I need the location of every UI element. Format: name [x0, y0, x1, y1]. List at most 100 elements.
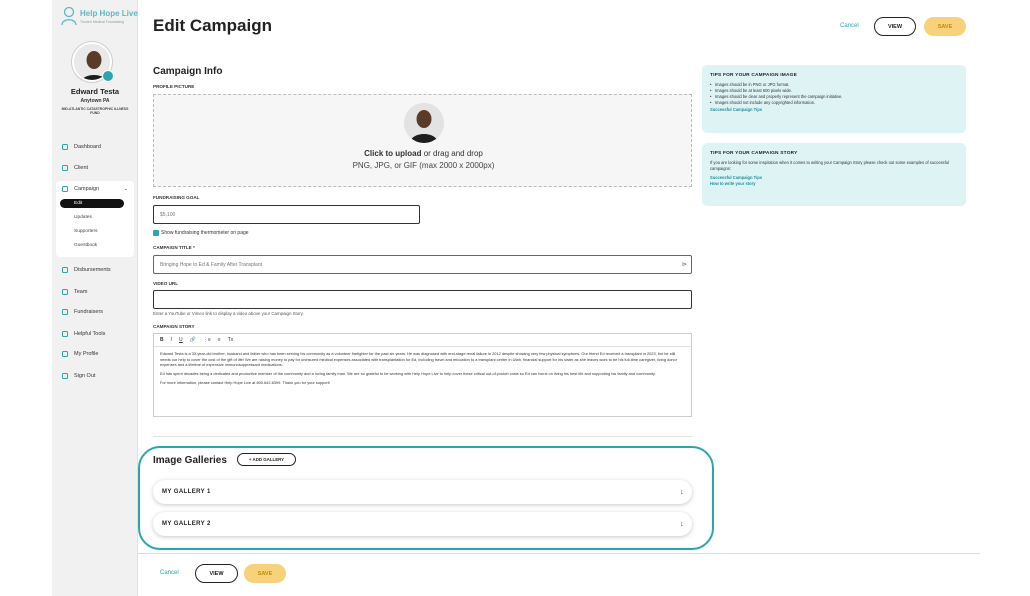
nav-sign-out-label: Sign Out [74, 373, 96, 379]
user-location: Anytown PA [80, 98, 110, 104]
nav-my-profile-label: My Profile [74, 351, 99, 357]
edit-avatar-icon[interactable] [102, 70, 114, 82]
nav-client[interactable]: Client [60, 161, 134, 175]
nav-sign-out[interactable]: Sign Out [60, 369, 134, 383]
clear-format-icon[interactable]: Tx [228, 337, 234, 343]
divider [153, 436, 692, 437]
tips-image-panel: TIPS FOR YOUR CAMPAIGN IMAGE Images shou… [702, 65, 966, 133]
profile-picture-preview [404, 103, 444, 143]
nav-disbursements-label: Disbursements [74, 267, 111, 273]
add-gallery-button[interactable]: + ADD GALLERY [237, 453, 296, 466]
nav-team[interactable]: Team [60, 285, 134, 299]
story-paragraph: Edward Testa is a 33-year-old brother, h… [160, 351, 678, 368]
nav-fundraisers[interactable]: Fundraisers [60, 305, 134, 319]
campaign-title-value: Bringing Hope to Ed & Family After Trans… [160, 261, 262, 268]
editor-toolbar: B I U 🔗 ⋮≡ ≡ Tx [154, 334, 691, 347]
nav-disbursements[interactable]: Disbursements [60, 263, 134, 277]
tips-story-link-2[interactable]: How to write your story [710, 181, 958, 187]
nav-team-label: Team [74, 289, 88, 295]
tips-story-text: If you are looking for some inspiration … [710, 160, 949, 172]
footer-cancel-link[interactable]: Cancel [160, 570, 179, 576]
fundraisers-icon [62, 309, 68, 315]
gallery-name: MY GALLERY 2 [162, 521, 211, 527]
nav-sub-updates[interactable]: Updates [74, 215, 92, 220]
campaign-story-editor[interactable]: B I U 🔗 ⋮≡ ≡ Tx Edward Testa is a 33-yea… [153, 333, 692, 417]
campaign-title-label: CAMPAIGN TITLE * [153, 245, 195, 250]
nav-helpful-tools-label: Helpful Tools [74, 331, 106, 337]
arrow-down-icon[interactable]: ↓ [680, 521, 684, 528]
campaign-icon [62, 186, 68, 192]
story-paragraph: Ed has spent decades being a dedicated a… [160, 370, 656, 376]
gallery-name: MY GALLERY 1 [162, 489, 211, 495]
nav-dashboard[interactable]: Dashboard [60, 140, 134, 154]
nav-sub-supporters[interactable]: Supporters [74, 229, 97, 234]
fundraising-goal-input[interactable]: $5,100 [153, 205, 420, 224]
user-fund: MID-ATLANTIC CATASTROPHIC ILLNESS FUND [61, 107, 129, 116]
logo-name: Help Hope Live [80, 9, 138, 18]
logo[interactable]: Help Hope Live Trusted Medical Fundraisi… [60, 6, 138, 28]
fundraising-goal-value: $5,100 [160, 211, 176, 218]
header-save-button[interactable]: SAVE [924, 17, 966, 36]
user-name: Edward Testa [70, 87, 120, 96]
tips-image-title: TIPS FOR YOUR CAMPAIGN IMAGE [710, 73, 797, 78]
logo-tagline: Trusted Medical Fundraising [80, 20, 125, 24]
nav-client-label: Client [74, 165, 89, 171]
upload-instruction: Click to upload or drag and drop [154, 149, 693, 158]
italic-button[interactable]: I [171, 337, 172, 343]
nav-my-profile[interactable]: My Profile [60, 347, 134, 361]
campaign-title-input[interactable]: Bringing Hope to Ed & Family After Trans… [153, 255, 692, 274]
footer-view-button[interactable]: VIEW [195, 564, 238, 583]
story-paragraph: For more information, please contact Hel… [160, 379, 330, 385]
profile-picture-label: PROFILE PICTURE [153, 84, 195, 89]
dashboard-icon [62, 144, 68, 150]
nav-sub-edit[interactable]: Edit [74, 201, 82, 206]
profile-photo-icon [404, 103, 444, 143]
nav-sub-edit-active[interactable] [60, 199, 124, 208]
sign-out-icon [62, 373, 68, 379]
chevron-down-icon: ⌄ [123, 186, 128, 192]
tips-story-panel: TIPS FOR YOUR CAMPAIGN STORY If you are … [702, 143, 966, 206]
profile-icon [62, 351, 68, 357]
page-title: Edit Campaign [153, 16, 273, 35]
nav-helpful-tools[interactable]: Helpful Tools [60, 327, 134, 341]
header-cancel-link[interactable]: Cancel [840, 23, 859, 29]
video-url-input[interactable] [153, 290, 692, 309]
team-icon [62, 289, 68, 295]
video-url-label: VIDEO URL [153, 281, 179, 286]
profile-picture-dropzone[interactable]: Click to upload or drag and drop PNG, JP… [153, 94, 692, 187]
tips-image-list: Images should be in PNG or JPG format. I… [710, 82, 958, 107]
thermometer-checkbox[interactable] [153, 230, 159, 236]
tips-story-title: TIPS FOR YOUR CAMPAIGN STORY [710, 151, 798, 156]
footer-divider [138, 553, 980, 554]
client-icon [62, 165, 68, 171]
nav-fundraisers-label: Fundraisers [74, 309, 104, 315]
upload-formats: PNG, JPG, or GIF (max 2000 x 2000px) [352, 161, 495, 170]
helpful-tools-icon [62, 331, 68, 337]
disbursements-icon [62, 267, 68, 273]
bullet-list-icon[interactable]: ≡ [218, 337, 221, 343]
upload-rest: or drag and drop [421, 149, 483, 158]
gallery-row[interactable]: MY GALLERY 1 ↓ [153, 480, 692, 504]
footer-save-button[interactable]: SAVE [244, 564, 286, 583]
nav-campaign[interactable]: Campaign ⌄ [60, 182, 134, 196]
tips-image-link[interactable]: Successful Campaign Tips [710, 107, 958, 113]
nav-dashboard-label: Dashboard [74, 144, 101, 150]
underline-button[interactable]: U [179, 337, 183, 343]
section-title-campaign-info: Campaign Info [153, 66, 223, 77]
header-view-button[interactable]: VIEW [874, 17, 916, 36]
galleries-title: Image Galleries [153, 455, 227, 466]
gallery-row[interactable]: MY GALLERY 2 ↓ [153, 512, 692, 536]
nav-campaign-label: Campaign [74, 186, 100, 192]
link-icon[interactable]: 🔗 [190, 337, 196, 343]
tip-item: Images should not include any copyrighte… [710, 100, 958, 106]
campaign-story-text[interactable]: Edward Testa is a 33-year-old brother, h… [160, 351, 686, 388]
video-url-help: Enter a YouTube or Vimeo link to display… [153, 311, 304, 316]
arrow-down-icon[interactable]: ↓ [680, 489, 684, 496]
ordered-list-icon[interactable]: ⋮≡ [203, 337, 211, 343]
upload-link[interactable]: Click to upload [364, 149, 421, 158]
text-field-icon: ⊳ [681, 262, 687, 268]
bold-button[interactable]: B [160, 337, 164, 343]
logo-mark-icon [61, 6, 77, 26]
fundraising-goal-label: FUNDRAISING GOAL [153, 195, 200, 200]
nav-sub-guestbook[interactable]: Guestbook [74, 243, 97, 248]
